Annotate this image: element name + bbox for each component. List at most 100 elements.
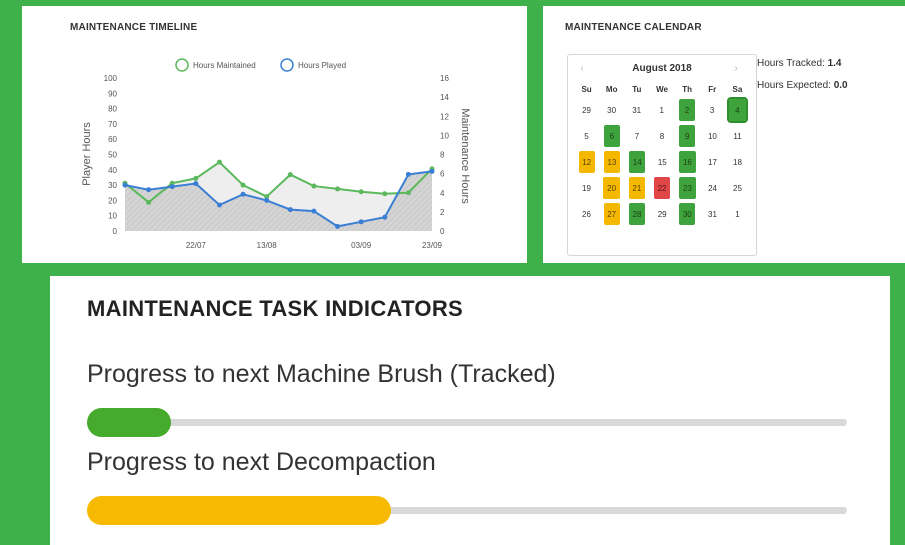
calendar-day[interactable]: 22 xyxy=(654,177,671,199)
right-axis-tick: 10 xyxy=(440,131,449,140)
calendar-day[interactable]: 28 xyxy=(628,203,646,225)
calendar-day[interactable]: 10 xyxy=(700,125,724,147)
right-axis-tick: 14 xyxy=(440,93,449,102)
weekday-label: Th xyxy=(682,84,693,94)
right-axis-tick: 12 xyxy=(440,112,449,121)
x-axis-tick: 13/08 xyxy=(257,241,278,250)
calendar-day[interactable]: 8 xyxy=(650,125,674,147)
calendar-title: MAINTENANCE CALENDAR xyxy=(565,22,702,33)
left-axis-tick: 0 xyxy=(113,227,118,236)
calendar-week-row: 29 30 31 1 2 3 4 xyxy=(574,97,750,123)
decompaction-progress-fill xyxy=(87,496,391,525)
hours-maintained-point xyxy=(358,189,364,195)
maintenance-timeline-panel: MAINTENANCE TIMELINE 100 90 80 70 60 50 40 30 20… xyxy=(22,6,527,263)
calendar-day[interactable]: 23 xyxy=(679,177,696,199)
left-axis-tick: 20 xyxy=(108,196,117,205)
hours-played-point xyxy=(264,197,270,203)
calendar-day[interactable]: 30 xyxy=(600,99,624,121)
calendar-day[interactable]: 31 xyxy=(625,99,649,121)
calendar-day[interactable]: 12 xyxy=(578,151,595,173)
weekday-label: Sa xyxy=(732,84,743,94)
left-axis-tick: 90 xyxy=(108,89,117,98)
calendar-day[interactable]: 15 xyxy=(650,151,674,173)
calendar-day[interactable]: 6 xyxy=(603,125,620,147)
hours-played-point xyxy=(382,214,388,220)
maintenance-calendar-panel: MAINTENANCE CALENDAR ‹ August 2018 › Su M… xyxy=(543,6,905,263)
right-axis-tick: 6 xyxy=(440,170,445,179)
legend-hours-maintained-marker xyxy=(175,58,189,72)
decompaction-progress-track xyxy=(87,496,847,525)
left-axis-tick: 40 xyxy=(108,166,117,175)
weekday-label: Fr xyxy=(708,84,717,94)
indicators-title: MAINTENANCE TASK INDICATORS xyxy=(87,296,463,321)
calendar-day[interactable]: 16 xyxy=(679,151,696,173)
hours-maintained-point xyxy=(193,175,199,181)
hours-maintained-point xyxy=(240,182,246,188)
calendar-day[interactable]: 18 xyxy=(726,151,750,173)
decompaction-progress-label: Progress to next Decompaction xyxy=(87,448,436,476)
calendar-day[interactable]: 24 xyxy=(701,177,725,199)
calendar-day[interactable]: 1 xyxy=(650,99,674,121)
hours-maintained-point xyxy=(146,199,152,205)
next-month-button[interactable]: › xyxy=(728,61,744,77)
calendar-stats: Hours Tracked: 1.4 Hours Expected: 0.0 xyxy=(757,56,848,100)
calendar-day[interactable]: 3 xyxy=(700,99,724,121)
calendar-grid: Su Mo Tu We Th Fr Sa 29 30 31 1 2 3 4 5 6 7 8 9 10 11 12 13 14 1… xyxy=(574,81,750,227)
hours-maintained-point xyxy=(382,191,388,197)
hours-played-point xyxy=(169,184,175,190)
calendar-day[interactable]: 11 xyxy=(725,125,749,147)
calendar-day[interactable]: 27 xyxy=(603,203,620,225)
hours-played-point xyxy=(193,181,199,187)
timeline-chart: 1009080706050403020100161412108642022/07… xyxy=(81,58,471,250)
right-axis-label: Maintenance Hours xyxy=(459,108,471,204)
machine-brush-progress-label: Progress to next Machine Brush (Tracked) xyxy=(87,360,556,388)
legend-hours-maintained: Hours Maintained xyxy=(193,61,256,70)
x-axis-tick: 03/09 xyxy=(351,241,372,250)
hours-played-point xyxy=(122,182,128,188)
calendar-week-row: 19 20 21 22 23 24 25 xyxy=(574,175,750,201)
machine-brush-progress-fill xyxy=(87,408,171,437)
calendar-week-row: 5 6 7 8 9 10 11 xyxy=(574,123,750,149)
left-axis-tick: 70 xyxy=(108,120,117,129)
calendar-day[interactable]: 14 xyxy=(629,151,646,173)
hours-played-point xyxy=(216,202,222,208)
calendar-day[interactable]: 17 xyxy=(701,151,725,173)
right-axis-tick: 16 xyxy=(440,74,449,83)
calendar-day[interactable]: 29 xyxy=(650,203,674,225)
hours-maintained-point xyxy=(216,159,222,165)
calendar-day[interactable]: 9 xyxy=(679,125,696,147)
calendar-day[interactable]: 25 xyxy=(726,177,750,199)
hours-maintained-point xyxy=(335,186,341,192)
hours-played-point xyxy=(311,208,317,214)
hours-expected-stat: Hours Expected: 0.0 xyxy=(757,78,848,100)
calendar-day[interactable]: 13 xyxy=(603,151,621,173)
left-axis-tick: 10 xyxy=(108,212,117,221)
hours-expected-label: Hours Expected: xyxy=(757,80,831,91)
calendar-day[interactable]: 30 xyxy=(679,203,696,225)
left-axis-tick: 50 xyxy=(108,151,117,160)
calendar-week-row: 12 13 14 15 16 17 18 xyxy=(574,149,750,175)
legend-hours-played-marker xyxy=(280,58,294,72)
x-axis-tick: 22/07 xyxy=(186,241,207,250)
calendar-day[interactable]: 26 xyxy=(575,203,599,225)
calendar-day[interactable]: 4 xyxy=(727,97,748,123)
calendar-day[interactable]: 29 xyxy=(575,99,599,121)
calendar-day[interactable]: 5 xyxy=(575,125,599,147)
hours-played-point xyxy=(240,191,246,197)
right-axis-tick: 4 xyxy=(440,189,445,198)
calendar-day[interactable]: 20 xyxy=(603,177,620,199)
calendar-day[interactable]: 19 xyxy=(575,177,599,199)
left-axis-tick: 100 xyxy=(104,74,118,83)
hours-maintained-point xyxy=(311,183,317,189)
calendar-day[interactable]: 7 xyxy=(625,125,649,147)
calendar-week-row: 26 27 28 29 30 31 1 xyxy=(574,201,750,227)
calendar-day[interactable]: 1 xyxy=(725,203,749,225)
legend-hours-played: Hours Played xyxy=(298,61,346,70)
hours-played-point xyxy=(429,168,435,174)
calendar-day[interactable]: 21 xyxy=(628,177,646,199)
calendar-day[interactable]: 31 xyxy=(700,203,724,225)
calendar-day[interactable]: 2 xyxy=(678,99,696,121)
left-axis-label: Player Hours xyxy=(81,122,93,186)
weekday-label: We xyxy=(656,84,668,94)
hours-tracked-value: 1.4 xyxy=(827,58,842,69)
